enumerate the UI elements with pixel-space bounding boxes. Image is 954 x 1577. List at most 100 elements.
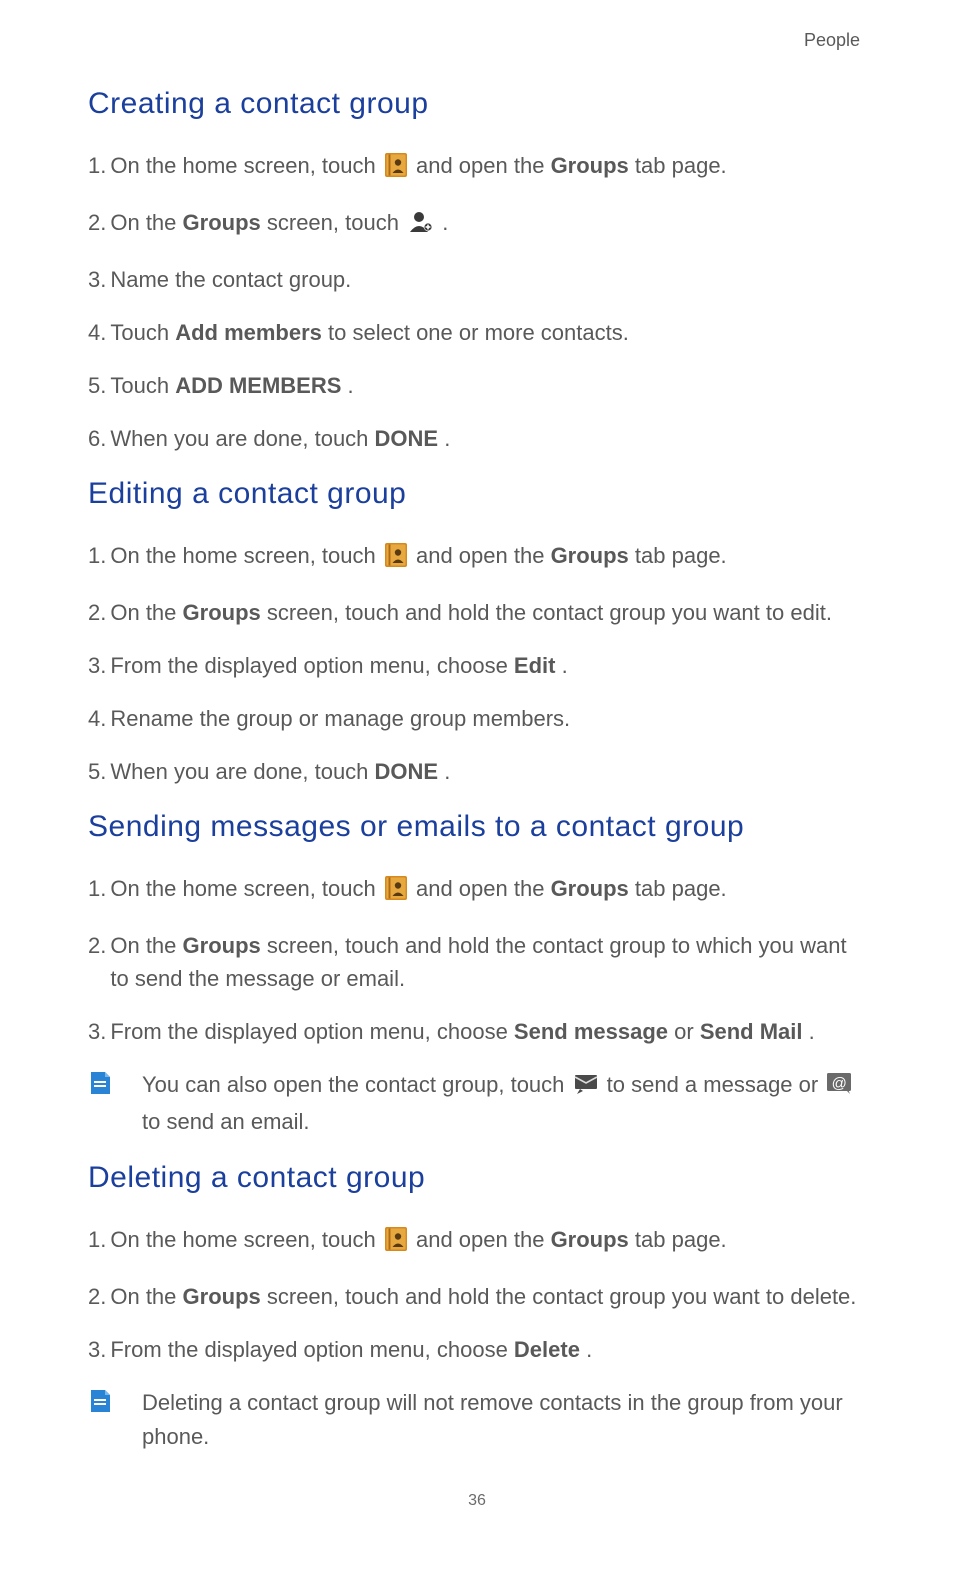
note-body: Deleting a contact group will not remove… [124, 1386, 866, 1454]
step: 1. On the home screen, touch and open th… [88, 149, 866, 186]
step-number: 2. [88, 206, 106, 243]
text: screen, touch and hold the contact group [267, 933, 672, 958]
text: . [348, 373, 354, 398]
message-icon [574, 1071, 598, 1105]
step: 2. On the Groups screen, touch and hold … [88, 929, 866, 995]
step: 3. From the displayed option menu, choos… [88, 1015, 866, 1048]
step: 2. On the Groups screen, touch and hold … [88, 1280, 866, 1313]
text: tab page. [635, 543, 727, 568]
steps-deleting: 1. On the home screen, touch and open th… [88, 1223, 866, 1366]
step-body: From the displayed option menu, choose S… [110, 1015, 866, 1048]
step-body: Name the contact group. [110, 263, 866, 296]
text: to send an email. [142, 1109, 310, 1134]
step-number: 5. [88, 369, 106, 402]
step-number: 3. [88, 649, 106, 682]
step: 5. When you are done, touch DONE . [88, 755, 866, 788]
text: On the home screen, touch [110, 876, 382, 901]
text: When you are done, touch [110, 426, 374, 451]
text: you want to edit. [672, 600, 832, 625]
contacts-app-icon [385, 876, 407, 909]
section-title-creating: Creating a contact group [88, 87, 866, 121]
groups-label-bold: Groups [183, 933, 261, 958]
steps-creating: 1. On the home screen, touch and open th… [88, 149, 866, 455]
step-number: 1. [88, 872, 106, 909]
email-icon [827, 1071, 851, 1105]
text: or [674, 1019, 700, 1044]
step-number: 2. [88, 929, 106, 995]
step-body: On the home screen, touch and open the G… [110, 872, 866, 909]
text: On the [110, 210, 182, 235]
step-number: 3. [88, 263, 106, 296]
step-body: When you are done, touch DONE . [110, 422, 866, 455]
section-title-sending: Sending messages or emails to a contact … [88, 810, 866, 844]
section-title-editing: Editing a contact group [88, 477, 866, 511]
text: From the displayed option menu, choose [110, 1337, 514, 1362]
text: You can also open the contact group, tou… [142, 1072, 571, 1097]
text: screen, touch and hold the contact group [267, 600, 672, 625]
text: and open the [416, 1227, 551, 1252]
step-body: On the Groups screen, touch and hold the… [110, 929, 866, 995]
step: 2. On the Groups screen, touch and hold … [88, 596, 866, 629]
groups-label-bold: Groups [551, 543, 629, 568]
bold-text: DONE [375, 426, 439, 451]
step-body: On the Groups screen, touch and hold the… [110, 1280, 866, 1313]
step-body: On the Groups screen, touch . [110, 206, 866, 243]
step-body: Touch ADD MEMBERS . [110, 369, 866, 402]
groups-label-bold: Groups [551, 153, 629, 178]
section-title-deleting: Deleting a contact group [88, 1161, 866, 1195]
step: 1. On the home screen, touch and open th… [88, 539, 866, 576]
text: screen, touch [267, 210, 405, 235]
step: 4. Touch Add members to select one or mo… [88, 316, 866, 349]
add-group-icon [408, 210, 433, 243]
text: you want to delete. [672, 1284, 857, 1309]
step: 5. Touch ADD MEMBERS . [88, 369, 866, 402]
note-block: You can also open the contact group, tou… [88, 1068, 866, 1139]
step-number: 4. [88, 316, 106, 349]
contacts-app-icon [385, 153, 407, 186]
text: On the [110, 1284, 182, 1309]
step: 3. From the displayed option menu, choos… [88, 1333, 866, 1366]
text: tab page. [635, 153, 727, 178]
note-block: Deleting a contact group will not remove… [88, 1386, 866, 1454]
text: On the [110, 600, 182, 625]
page-number: 36 [88, 1492, 866, 1510]
text: Touch [110, 373, 175, 398]
groups-label-bold: Groups [551, 876, 629, 901]
step: 2. On the Groups screen, touch . [88, 206, 866, 243]
step-body: On the home screen, touch and open the G… [110, 539, 866, 576]
step-body: On the Groups screen, touch and hold the… [110, 596, 866, 629]
text: to send a message or [607, 1072, 825, 1097]
groups-label-bold: Groups [183, 1284, 261, 1309]
step-number: 1. [88, 149, 106, 186]
groups-label-bold: Groups [551, 1227, 629, 1252]
note-body: You can also open the contact group, tou… [124, 1068, 866, 1139]
step-body: Touch Add members to select one or more … [110, 316, 866, 349]
contacts-app-icon [385, 543, 407, 576]
step-number: 2. [88, 596, 106, 629]
text: On the home screen, touch [110, 1227, 382, 1252]
text: On the [110, 933, 182, 958]
step-body: Rename the group or manage group members… [110, 702, 866, 735]
step-body: From the displayed option menu, choose E… [110, 649, 866, 682]
bold-text: Send message [514, 1019, 668, 1044]
step-body: When you are done, touch DONE . [110, 755, 866, 788]
chapter-header: People [88, 30, 866, 51]
step: 6. When you are done, touch DONE . [88, 422, 866, 455]
text: When you are done, touch [110, 759, 374, 784]
step: 1. On the home screen, touch and open th… [88, 872, 866, 909]
step-number: 5. [88, 755, 106, 788]
step-number: 1. [88, 1223, 106, 1260]
step-number: 2. [88, 1280, 106, 1313]
bold-text: Send Mail [700, 1019, 803, 1044]
step-number: 1. [88, 539, 106, 576]
text: . [586, 1337, 592, 1362]
contacts-app-icon [385, 1227, 407, 1260]
bold-text: Delete [514, 1337, 580, 1362]
groups-label-bold: Groups [183, 210, 261, 235]
step: 1. On the home screen, touch and open th… [88, 1223, 866, 1260]
note-icon [88, 1070, 112, 1101]
bold-text: Add members [175, 320, 322, 345]
text: . [809, 1019, 815, 1044]
step-number: 3. [88, 1015, 106, 1048]
step-number: 6. [88, 422, 106, 455]
